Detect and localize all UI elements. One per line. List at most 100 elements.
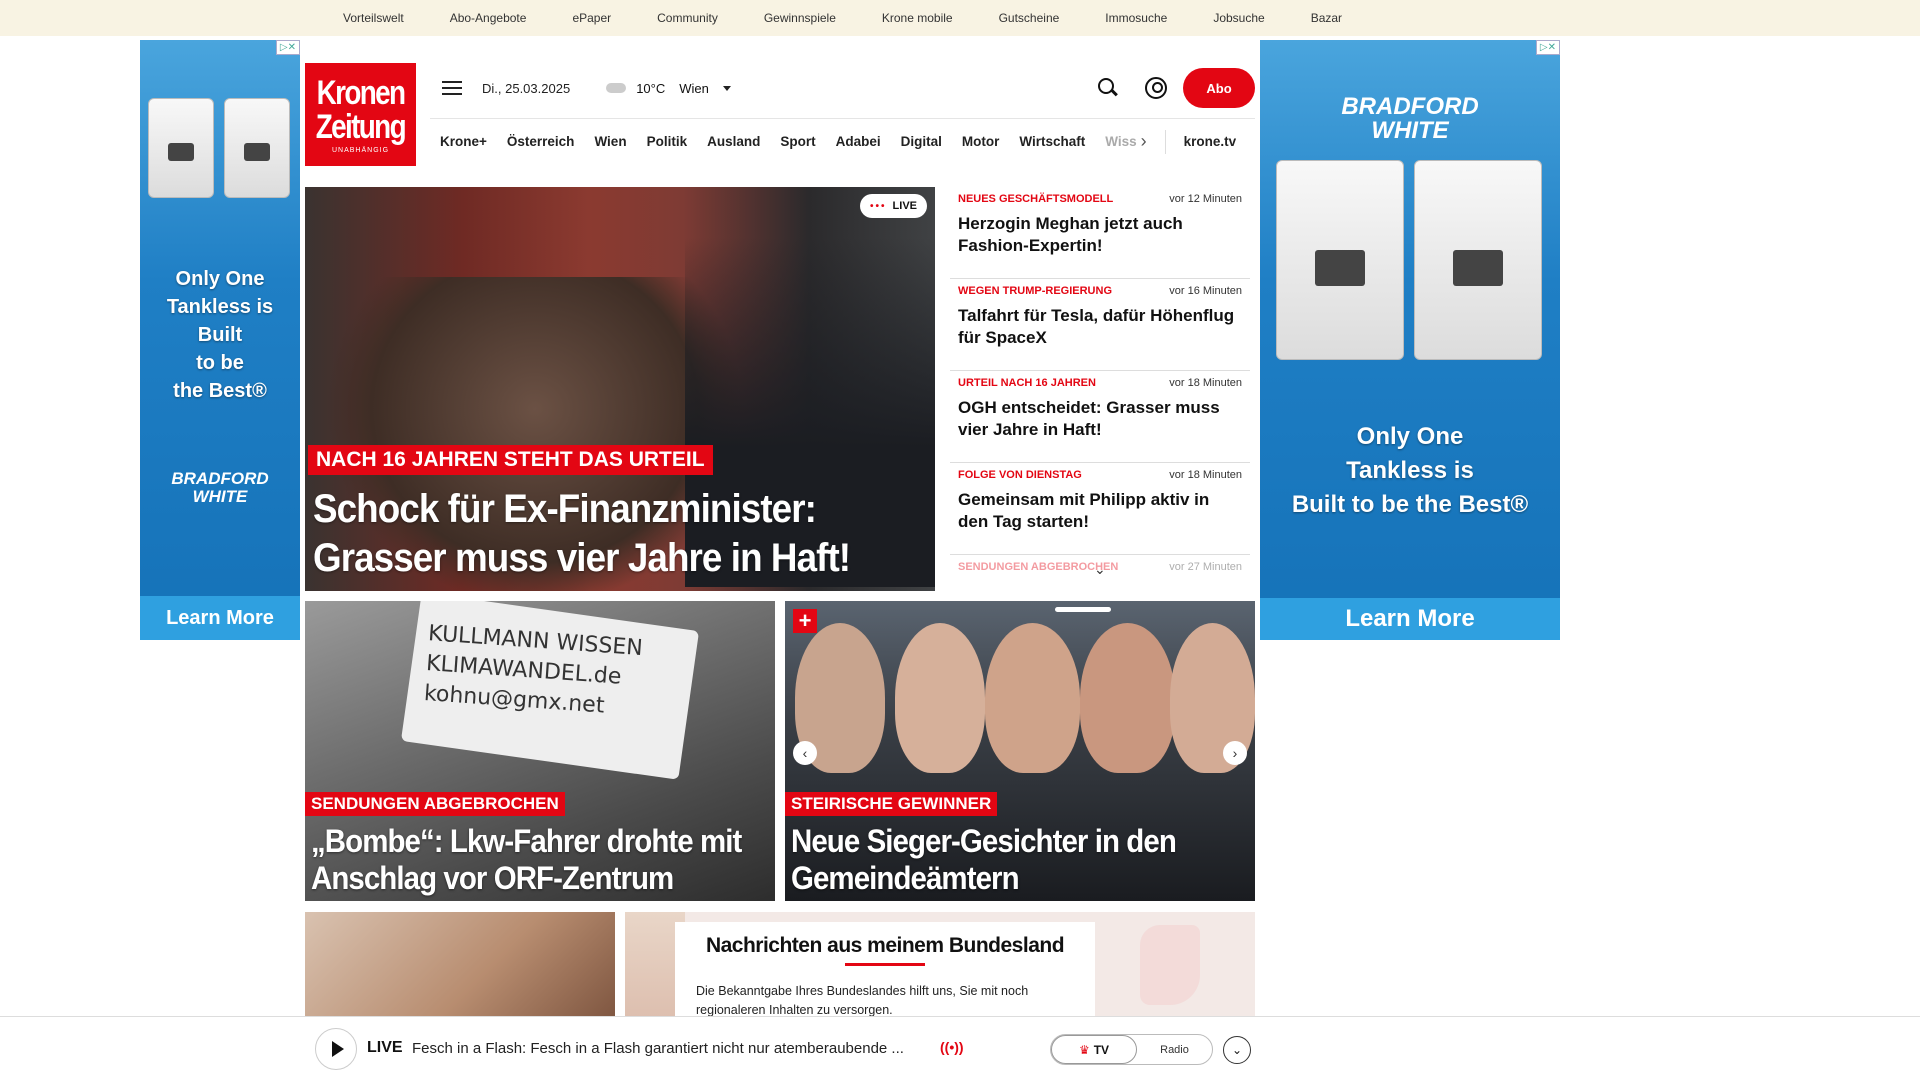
ticker-item[interactable]: FOLGE VON DIENSTAG vor 18 Minuten Gemeins… xyxy=(950,463,1250,555)
nav-item-motor[interactable]: Motor xyxy=(962,134,1000,149)
ticker-time: vor 16 Minuten xyxy=(1169,285,1242,297)
ticker-kicker: NEUES GESCHÄFTSMODELL xyxy=(958,193,1114,205)
topnav-gewinnspiele[interactable]: Gewinnspiele xyxy=(764,11,836,25)
teaser-story[interactable]: KULLMANN WISSEN KLIMAWANDEL.de kohnu@gmx… xyxy=(305,601,775,901)
teaser-headline[interactable]: „Bombe“: Lkw-Fahrer drohte mit Anschlag … xyxy=(311,823,743,897)
ad-left-banner[interactable]: ▷✕ Only One Tankless is Built to be the … xyxy=(140,40,300,640)
abo-button[interactable]: Abo xyxy=(1183,68,1255,108)
topnav-abo-angebote[interactable]: Abo-Angebote xyxy=(450,11,527,25)
crown-icon: ♛ xyxy=(1078,1042,1090,1057)
news-ticker: NEUES GESCHÄFTSMODELL vor 12 Minuten Herz… xyxy=(950,187,1250,591)
chevron-down-icon[interactable]: ⌄ xyxy=(1223,1036,1251,1064)
hero-headline[interactable]: Schock für Ex-Finanzminister: Grasser mu… xyxy=(313,485,883,583)
ad-learn-more-button[interactable]: Learn More xyxy=(140,596,300,640)
nav-item-wirtschaft[interactable]: Wirtschaft xyxy=(1019,134,1085,149)
topnav-epaper[interactable]: ePaper xyxy=(572,11,611,25)
weather-widget[interactable]: 10°C Wien xyxy=(606,81,731,96)
tv-toggle-option[interactable]: ♛ TV xyxy=(1051,1035,1137,1064)
user-account-icon[interactable] xyxy=(1145,77,1167,99)
nav-item-digital[interactable]: Digital xyxy=(901,134,942,149)
teaser-story-carousel[interactable]: + ‹ › STEIRISCHE GEWINNER Neue Sieger-Ge… xyxy=(785,601,1255,901)
ticker-time: vor 12 Minuten xyxy=(1169,193,1242,205)
carousel-indicator xyxy=(1055,607,1111,612)
nav-item-politik[interactable]: Politik xyxy=(647,134,688,149)
menu-icon[interactable] xyxy=(442,81,462,95)
nav-item-krone-tv[interactable]: krone.tv xyxy=(1184,134,1237,149)
topnav-vorteilswelt[interactable]: Vorteilswelt xyxy=(343,11,404,25)
topnav-immosuche[interactable]: Immosuche xyxy=(1105,11,1167,25)
ticker-item[interactable]: WEGEN TRUMP-REGIERUNG vor 16 Minuten Talf… xyxy=(950,279,1250,371)
ad-product-image xyxy=(148,98,214,198)
top-utility-bar: Vorteilswelt Abo-Angebote ePaper Communi… xyxy=(0,0,1920,36)
teaser-headline[interactable]: Neue Sieger-Gesichter in den Gemeindeämt… xyxy=(791,823,1223,897)
live-badge: ••• LIVE xyxy=(860,194,927,218)
nav-item-adabei[interactable]: Adabei xyxy=(836,134,881,149)
ticker-item[interactable]: NEUES GESCHÄFTSMODELL vor 12 Minuten Herz… xyxy=(950,187,1250,279)
chevron-down-icon[interactable] xyxy=(722,85,731,91)
topnav-krone-mobile[interactable]: Krone mobile xyxy=(882,11,953,25)
ticker-title[interactable]: OGH entscheidet: Grasser muss vier Jahre… xyxy=(958,397,1242,441)
search-icon[interactable] xyxy=(1097,77,1119,99)
topnav-community[interactable]: Community xyxy=(657,11,718,25)
bundesland-title: Nachrichten aus meinem Bundesland xyxy=(705,934,1065,957)
nav-item-wien[interactable]: Wien xyxy=(594,134,626,149)
ad-product-image xyxy=(224,98,290,198)
nav-item-partial[interactable]: Wiss xyxy=(1105,134,1136,149)
radio-toggle-option[interactable]: Radio xyxy=(1137,1035,1212,1064)
site-header: Di., 25.03.2025 10°C Wien Abo xyxy=(430,63,1255,113)
kronen-zeitung-logo[interactable]: Kronen Zeitung UNABHÄNGIG xyxy=(305,63,416,166)
ad-right-banner[interactable]: ▷✕ BRADFORD WHITE Only One Tankless is B… xyxy=(1260,40,1560,640)
teaser-kicker: STEIRISCHE GEWINNER xyxy=(785,792,998,816)
carousel-next-button[interactable]: › xyxy=(1223,741,1247,765)
player-live-label: LIVE xyxy=(367,1039,403,1056)
adchoices-icon[interactable]: ▷✕ xyxy=(275,40,300,55)
section-nav: Krone+ Österreich Wien Politik Ausland S… xyxy=(430,118,1255,164)
ad-brand-logo: BRADFORD WHITE xyxy=(171,469,269,506)
nav-item-sport[interactable]: Sport xyxy=(780,134,815,149)
topnav-bazar[interactable]: Bazar xyxy=(1311,11,1342,25)
adchoices-icon[interactable]: ▷✕ xyxy=(1535,40,1560,55)
ticker-kicker: FOLGE VON DIENSTAG xyxy=(958,469,1082,481)
ticker-time: vor 18 Minuten xyxy=(1169,469,1242,481)
nav-divider xyxy=(1164,129,1166,154)
location-select[interactable]: Wien xyxy=(679,81,709,96)
ticker-title[interactable]: Talfahrt für Tesla, dafür Höhenflug für … xyxy=(958,305,1242,349)
krone-plus-icon: + xyxy=(793,608,817,633)
carousel-prev-button[interactable]: ‹ xyxy=(793,741,817,765)
ad-tagline: Only One Tankless is Built to be the Bes… xyxy=(1291,423,1529,518)
austria-map-icon xyxy=(1140,925,1200,1005)
nav-item-ausland[interactable]: Ausland xyxy=(707,134,760,149)
teaser-image: KULLMANN WISSEN KLIMAWANDEL.de kohnu@gmx… xyxy=(400,601,700,780)
chevron-right-icon[interactable]: › xyxy=(1141,131,1147,152)
hero-kicker: NACH 16 JAHREN STEHT DAS URTEIL xyxy=(308,445,713,475)
ticker-title[interactable]: Herzogin Meghan jetzt auch Fashion-Exper… xyxy=(958,213,1242,257)
hero-story[interactable]: ••• LIVE NACH 16 JAHREN STEHT DAS URTEIL… xyxy=(305,187,935,591)
ad-tagline: Only One Tankless is Built to be the Bes… xyxy=(166,268,274,402)
tv-radio-toggle[interactable]: ♛ TV Radio xyxy=(1050,1034,1213,1065)
broadcast-icon: ((•)) xyxy=(940,1039,964,1055)
current-date: Di., 25.03.2025 xyxy=(482,80,571,96)
ticker-time: vor 27 Minuten xyxy=(1169,561,1242,573)
topnav-gutscheine[interactable]: Gutscheine xyxy=(999,11,1060,25)
nav-item-oesterreich[interactable]: Österreich xyxy=(507,134,575,149)
ticker-title[interactable]: Gemeinsam mit Philipp aktiv in den Tag s… xyxy=(958,489,1242,533)
play-button[interactable] xyxy=(315,1028,357,1070)
player-now-playing[interactable]: Fesch in a Flash: Fesch in a Flash garan… xyxy=(412,1040,904,1057)
title-underline xyxy=(845,963,925,966)
topnav-jobsuche[interactable]: Jobsuche xyxy=(1213,11,1264,25)
chevron-down-icon[interactable]: ⌄ xyxy=(1094,561,1106,578)
nav-item-krone-plus[interactable]: Krone+ xyxy=(440,134,487,149)
bundesland-text: Die Bekanntgabe Ihres Bundeslandes hilft… xyxy=(696,984,1029,1017)
ad-product-image xyxy=(1276,160,1404,360)
temperature: 10°C xyxy=(636,80,666,96)
ticker-item[interactable]: URTEIL NACH 16 JAHREN vor 18 Minuten OGH … xyxy=(950,371,1250,463)
ad-learn-more-button[interactable]: Learn More xyxy=(1260,598,1560,640)
live-dots-icon: ••• xyxy=(870,200,887,212)
ad-brand-logo: BRADFORD WHITE xyxy=(1341,93,1479,144)
teaser-kicker: SENDUNGEN ABGEBROCHEN xyxy=(305,792,565,816)
ad-product-image xyxy=(1414,160,1542,360)
ticker-kicker: URTEIL NACH 16 JAHREN xyxy=(958,377,1096,389)
ticker-kicker: WEGEN TRUMP-REGIERUNG xyxy=(958,285,1112,297)
cloud-icon xyxy=(606,83,627,93)
ticker-time: vor 18 Minuten xyxy=(1169,377,1242,389)
